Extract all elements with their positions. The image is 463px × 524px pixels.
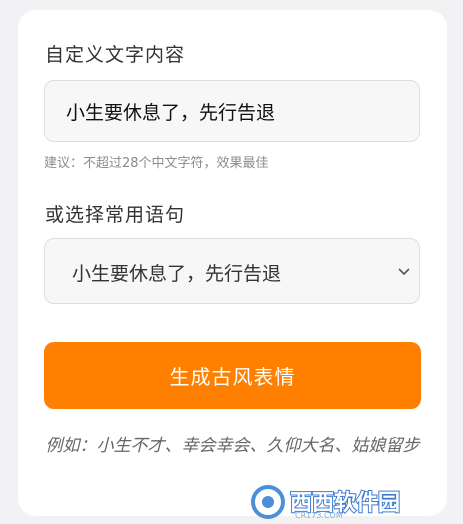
svg-text:CR173.COM: CR173.COM: [295, 511, 343, 520]
phrase-select-value: 小生要休息了，先行告退: [72, 263, 282, 285]
custom-text-label: 自定义文字内容: [45, 44, 186, 66]
common-phrases-label: 或选择常用语句: [45, 204, 186, 226]
chevron-down-icon: [398, 268, 410, 276]
form-card: 自定义文字内容 建议：不超过28个中文字符，效果最佳 或选择常用语句 小生要休息…: [18, 10, 447, 516]
input-hint: 建议：不超过28个中文字符，效果最佳: [44, 156, 269, 171]
phrase-select[interactable]: 小生要休息了，先行告退: [44, 238, 420, 304]
watermark-logo: 西西软件园 CR173.COM: [251, 485, 401, 520]
example-text: 例如：小生不才、幸会幸会、久仰大名、姑娘留步: [45, 436, 420, 456]
custom-text-input[interactable]: [44, 80, 420, 142]
generate-button[interactable]: 生成古风表情: [44, 342, 421, 409]
